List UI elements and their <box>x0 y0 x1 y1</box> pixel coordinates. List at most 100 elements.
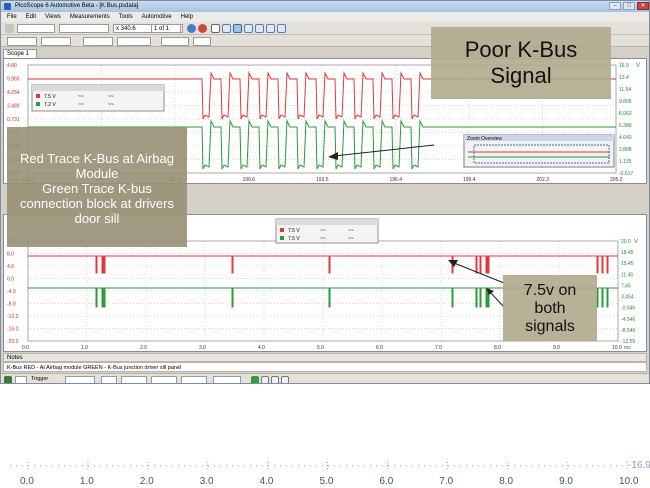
callout-arrow-lower <box>489 291 505 308</box>
menu-edit[interactable]: Edit <box>26 12 36 22</box>
right-axis-tick: 7.45 <box>621 283 631 289</box>
x-tick-label: 6.0 <box>376 345 383 351</box>
left-axis-tick: -16.0 <box>7 327 19 333</box>
run-icon[interactable] <box>4 376 12 383</box>
stop-icon[interactable] <box>198 24 207 33</box>
bottom-axis-right-label: -16.9 <box>628 460 650 471</box>
right-axis-tick: 6.389 <box>619 123 632 129</box>
zoom-fit-icon[interactable] <box>266 24 275 33</box>
right-axis-tick: 15.45 <box>621 261 634 267</box>
record-icon[interactable] <box>187 24 196 33</box>
zoom-icon[interactable] <box>233 24 242 33</box>
callout-75v-both-signals: 7.5v on both signals <box>503 275 597 341</box>
trigger-threshold-field[interactable] <box>151 376 177 383</box>
zoom-out-icon[interactable] <box>255 24 264 33</box>
x-tick-label: 202.3 <box>537 177 550 183</box>
timebase-dropdown[interactable] <box>59 24 109 33</box>
bottom-axis-tick: 5.0 <box>320 476 334 487</box>
x-tick-label: 190.6 <box>243 177 256 183</box>
zoom-overview-panel[interactable]: Zoom Overview <box>463 134 615 168</box>
x-tick-label: 2.0 <box>140 345 147 351</box>
svg-text:~~: ~~ <box>78 102 84 108</box>
maximize-button[interactable]: □ <box>623 2 635 10</box>
channel-c-range[interactable] <box>161 37 189 46</box>
zoom-in-icon[interactable] <box>244 24 253 33</box>
minimize-button[interactable]: – <box>609 2 621 10</box>
left-axis-tick: -12.0 <box>7 314 19 320</box>
svg-text:~~: ~~ <box>320 236 326 242</box>
bottom-axis-tick: 0.0 <box>20 476 34 487</box>
channel-legend-bottom: 7.5 V ~~ ~~ 7.5 V ~~ ~~ <box>275 218 379 244</box>
scope-mode-icon[interactable] <box>5 24 14 33</box>
right-axis-tick: 20.0 <box>621 239 631 245</box>
svg-text:~~: ~~ <box>348 228 354 234</box>
right-axis-tick: 9.806 <box>619 99 632 105</box>
bottom-axis-tick: 3.0 <box>200 476 214 487</box>
channel-b-range[interactable] <box>83 37 113 46</box>
channel-a-coupling[interactable] <box>41 37 71 46</box>
menu-automotive[interactable]: Automotive <box>142 12 172 22</box>
menu-measurements[interactable]: Measurements <box>70 12 110 22</box>
menu-tools[interactable]: Tools <box>119 12 133 22</box>
left-axis-tick: 0.731 <box>7 117 20 123</box>
notes-text[interactable]: K-Bus RED - At Airbag module GREEN - K-B… <box>3 362 647 372</box>
right-axis-tick: 4.640 <box>619 135 632 141</box>
right-axis-tick: -8.546 <box>621 328 635 334</box>
menu-views[interactable]: Views <box>45 12 61 22</box>
menu-file[interactable]: File <box>7 12 17 22</box>
svg-text:~~: ~~ <box>320 228 326 234</box>
right-axis-tick: 11.45 <box>621 272 633 278</box>
menu-help[interactable]: Help <box>181 12 193 22</box>
trigger-source-select[interactable] <box>101 376 117 383</box>
trigger-delay-field[interactable] <box>213 376 241 383</box>
x-tick-label: 3.0 <box>199 345 206 351</box>
arrow-head-top <box>328 152 338 160</box>
stop-capture-icon[interactable] <box>261 376 269 383</box>
channel-a-range[interactable] <box>7 37 37 46</box>
left-axis-tick: -8.0 <box>7 302 16 308</box>
undo-zoom-icon[interactable] <box>277 24 286 33</box>
channel-d-range[interactable] <box>193 37 211 46</box>
red-trace-full-view <box>28 255 618 274</box>
tab-scope-1[interactable]: Scope 1 <box>3 49 37 58</box>
start-icon[interactable] <box>251 376 259 383</box>
x-tick-label: 193.5 <box>316 177 329 183</box>
callout-trace-description: Red Trace K-Bus at Airbag Module Green T… <box>7 127 187 247</box>
x-tick-label: 1.0 <box>81 345 88 351</box>
x-tick-label: 10.0 <box>612 345 622 351</box>
left-axis-tick: -4.0 <box>7 289 16 295</box>
svg-text:~~: ~~ <box>348 236 354 242</box>
page-field[interactable]: 1 of 1 <box>151 24 181 33</box>
window-title: PicoScope 6 Automotive Beta - [K Bus.psd… <box>15 3 139 9</box>
trigger-level-field[interactable] <box>121 376 147 383</box>
trigger-mode-icon[interactable] <box>15 376 27 383</box>
right-axis-tick: 11.54 <box>619 87 631 93</box>
pointer-icon[interactable] <box>211 24 220 33</box>
left-axis-tick: 2.489 <box>7 104 20 110</box>
x-tick-label: 0.0 <box>22 345 29 351</box>
title-bar: PicoScope 6 Automotive Beta - [K Bus.psd… <box>1 1 649 12</box>
ruler-icon[interactable] <box>281 376 289 383</box>
right-axis-tick: 3.454 <box>621 295 634 301</box>
trigger-label: Trigger <box>31 376 49 382</box>
x-tick-label: 5.0 <box>317 345 324 351</box>
bottom-axis-tick: 1.0 <box>80 476 94 487</box>
measure-icon[interactable] <box>271 376 279 383</box>
right-axis-tick: 2.888 <box>619 147 632 153</box>
x-tick-label: 4.0 <box>258 345 265 351</box>
status-bar: Trigger <box>1 373 649 383</box>
right-axis-tick: 13.4 <box>619 75 629 81</box>
menu-bar: File Edit Views Measurements Tools Autom… <box>1 12 649 22</box>
left-axis-tick: 4.80 <box>7 63 17 69</box>
bottom-axis-tick: 10.0 <box>619 476 639 487</box>
pre-trigger-field[interactable] <box>181 376 207 383</box>
close-button[interactable]: ✕ <box>637 2 649 10</box>
bottom-axis-tick: 9.0 <box>559 476 573 487</box>
samples-field[interactable]: x 340.6 <box>113 24 153 33</box>
channel-b-coupling[interactable] <box>117 37 151 46</box>
hand-icon[interactable] <box>222 24 231 33</box>
right-axis-tick: -0.546 <box>621 306 635 312</box>
timebase-select[interactable] <box>17 24 55 33</box>
right-axis-tick: 1.135 <box>619 159 632 165</box>
trigger-type-select[interactable] <box>65 376 95 383</box>
